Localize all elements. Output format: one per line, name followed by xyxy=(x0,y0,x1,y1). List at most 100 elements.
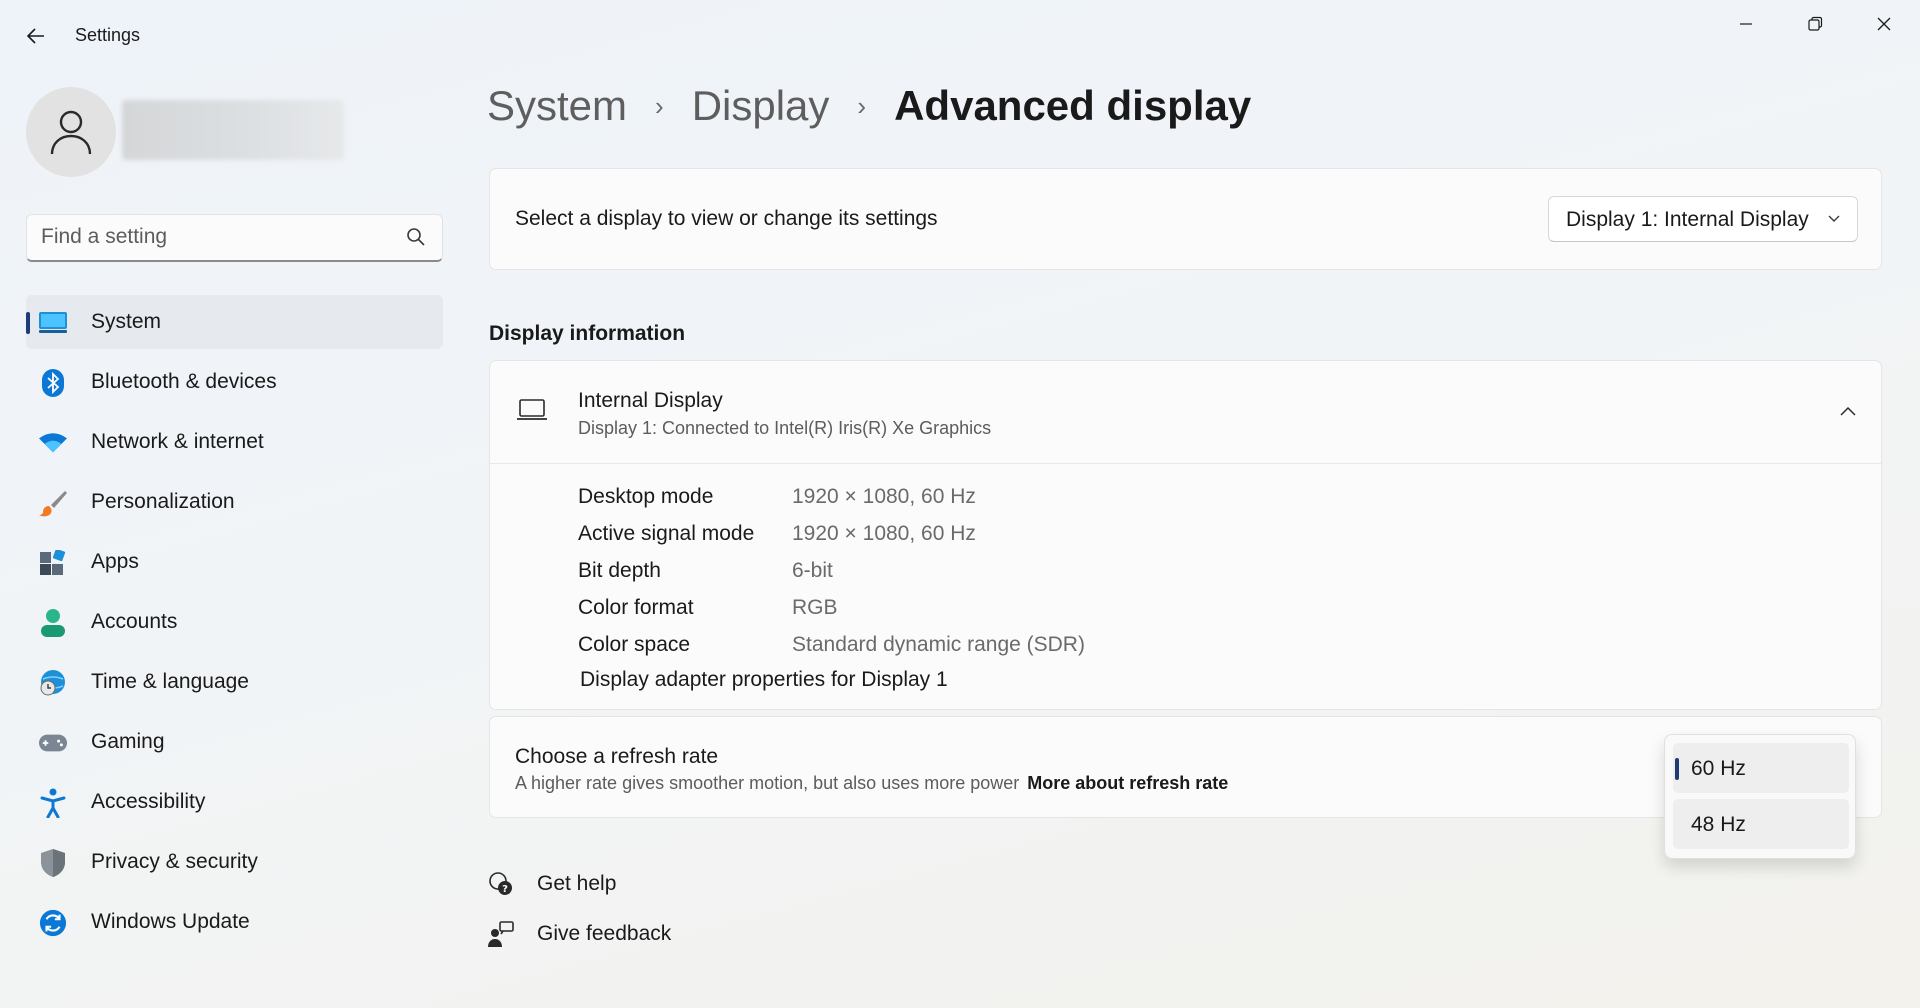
page-title: Advanced display xyxy=(894,82,1252,129)
sidebar-item-label: Apps xyxy=(91,550,139,573)
shield-icon xyxy=(39,849,67,877)
refresh-rate-title: Choose a refresh rate xyxy=(515,745,719,768)
chevron-right-icon: › xyxy=(655,90,664,121)
search-input[interactable] xyxy=(41,215,401,259)
globe-clock-icon xyxy=(39,669,67,697)
sidebar-item-label: Bluetooth & devices xyxy=(91,370,277,393)
refresh-rate-info-link[interactable]: More about refresh rate xyxy=(1027,773,1228,793)
give-feedback-link[interactable]: Give feedback xyxy=(487,920,671,948)
avatar[interactable] xyxy=(26,87,116,177)
display-dropdown-value: Display 1: Internal Display xyxy=(1566,208,1809,231)
sidebar-item-network[interactable]: Network & internet xyxy=(26,415,443,469)
info-row-desktop-mode: Desktop mode 1920 × 1080, 60 Hz xyxy=(578,478,1085,515)
sidebar-item-accessibility[interactable]: Accessibility xyxy=(26,775,443,829)
person-icon xyxy=(39,609,67,637)
username-redacted xyxy=(122,100,344,160)
breadcrumb: System › Display › Advanced display xyxy=(487,82,1251,130)
info-value: Standard dynamic range (SDR) xyxy=(792,632,1085,656)
sidebar-item-label: Accounts xyxy=(91,610,178,633)
breadcrumb-system[interactable]: System xyxy=(487,82,627,130)
title-bar: Settings xyxy=(0,0,1920,72)
refresh-rate-description-line: A higher rate gives smoother motion, but… xyxy=(515,773,1228,794)
search-button[interactable] xyxy=(406,227,426,247)
selection-indicator xyxy=(26,312,30,334)
gamepad-icon xyxy=(39,729,67,757)
display-select-card: Select a display to view or change its s… xyxy=(489,168,1882,270)
display-adapter-properties-link[interactable]: Display adapter properties for Display 1 xyxy=(580,668,948,692)
refresh-rate-option-60hz[interactable]: 60 Hz xyxy=(1673,743,1849,793)
selection-indicator xyxy=(1675,758,1679,780)
info-row-bit-depth: Bit depth 6-bit xyxy=(578,552,1085,589)
minimize-icon xyxy=(1740,23,1752,25)
sidebar-item-system[interactable]: System xyxy=(26,295,443,349)
chevron-right-icon: › xyxy=(857,90,867,121)
sidebar-item-accounts[interactable]: Accounts xyxy=(26,595,443,649)
info-key: Color space xyxy=(578,632,691,656)
restore-button[interactable] xyxy=(1791,8,1839,40)
get-help-label: Get help xyxy=(537,872,617,895)
info-value: 6-bit xyxy=(792,558,833,582)
refresh-rate-option-48hz[interactable]: 48 Hz xyxy=(1673,799,1849,849)
display-info-card: Internal Display Display 1: Connected to… xyxy=(489,360,1882,710)
close-button[interactable] xyxy=(1860,8,1908,40)
back-arrow-icon xyxy=(26,28,44,44)
sidebar-item-gaming[interactable]: Gaming xyxy=(26,715,443,769)
search-icon xyxy=(407,228,425,246)
option-label: 60 Hz xyxy=(1691,757,1746,780)
sidebar-item-label: Network & internet xyxy=(91,430,264,453)
back-button[interactable] xyxy=(20,20,52,52)
sidebar-item-label: Windows Update xyxy=(91,910,250,933)
system-icon xyxy=(39,309,67,337)
info-row-active-signal: Active signal mode 1920 × 1080, 60 Hz xyxy=(578,515,1085,552)
wifi-icon xyxy=(39,429,67,457)
search-field[interactable] xyxy=(26,214,443,262)
svg-text:?: ? xyxy=(502,884,508,895)
refresh-rate-description: A higher rate gives smoother motion, but… xyxy=(515,773,1020,793)
laptop-icon xyxy=(517,399,547,420)
minimize-button[interactable] xyxy=(1722,8,1770,40)
bluetooth-icon xyxy=(39,369,67,397)
sidebar-item-label: System xyxy=(91,310,162,333)
sidebar-item-label: Accessibility xyxy=(91,790,206,813)
sidebar-item-bluetooth[interactable]: Bluetooth & devices xyxy=(26,355,443,409)
section-title: Display information xyxy=(489,322,686,345)
display-select-label: Select a display to view or change its s… xyxy=(515,207,938,230)
info-value: RGB xyxy=(792,595,838,619)
brush-icon xyxy=(39,489,67,517)
feedback-icon xyxy=(487,920,515,948)
person-icon xyxy=(50,110,92,155)
display-dropdown[interactable]: Display 1: Internal Display xyxy=(1548,196,1858,242)
chevron-down-icon xyxy=(1828,215,1840,222)
display-connection: Display 1: Connected to Intel(R) Iris(R)… xyxy=(578,418,992,438)
chevron-up-icon[interactable] xyxy=(1839,403,1857,421)
give-feedback-label: Give feedback xyxy=(537,922,672,945)
sidebar-item-apps[interactable]: Apps xyxy=(26,535,443,589)
display-info-header[interactable]: Internal Display Display 1: Connected to… xyxy=(490,361,1881,464)
close-icon xyxy=(1877,17,1891,31)
sidebar-item-time-language[interactable]: Time & language xyxy=(26,655,443,709)
restore-icon xyxy=(1808,16,1823,31)
sidebar-item-label: Privacy & security xyxy=(91,850,258,873)
sidebar-item-privacy-security[interactable]: Privacy & security xyxy=(26,835,443,889)
apps-icon xyxy=(39,549,67,577)
app-title: Settings xyxy=(75,25,141,45)
display-name: Internal Display xyxy=(578,389,723,412)
sidebar-item-windows-update[interactable]: Windows Update xyxy=(26,895,443,949)
sidebar-item-label: Gaming xyxy=(91,730,165,753)
info-row-color-space: Color space Standard dynamic range (SDR) xyxy=(578,626,1085,663)
sidebar-item-personalization[interactable]: Personalization xyxy=(26,475,443,529)
info-key: Active signal mode xyxy=(578,521,755,545)
option-label: 48 Hz xyxy=(1691,813,1746,836)
sidebar-item-label: Time & language xyxy=(91,670,249,693)
display-info-rows: Desktop mode 1920 × 1080, 60 Hz Active s… xyxy=(578,478,1085,663)
sidebar-nav: System Bluetooth & devices Network & int… xyxy=(26,295,443,955)
get-help-link[interactable]: ? Get help xyxy=(487,870,616,898)
info-key: Bit depth xyxy=(578,558,661,582)
accessibility-icon xyxy=(39,788,67,818)
info-value: 1920 × 1080, 60 Hz xyxy=(792,484,976,508)
sidebar-item-label: Personalization xyxy=(91,490,235,513)
info-row-color-format: Color format RGB xyxy=(578,589,1085,626)
help-chat-icon: ? xyxy=(487,870,515,898)
breadcrumb-display[interactable]: Display xyxy=(692,82,830,130)
info-value: 1920 × 1080, 60 Hz xyxy=(792,521,976,545)
